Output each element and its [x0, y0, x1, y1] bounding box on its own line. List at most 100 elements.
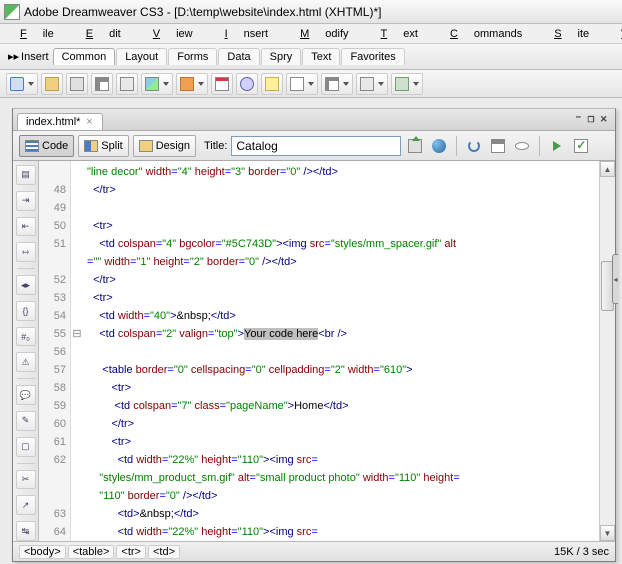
menu-view[interactable]: View	[137, 26, 209, 42]
document-tab-bar: index.html* × – ❐ ✕	[13, 109, 615, 131]
separator	[17, 378, 35, 379]
tag-crumb[interactable]: <table>	[68, 545, 115, 559]
title-bar: Adobe Dreamweaver CS3 - [D:\temp\website…	[0, 0, 622, 24]
menu-file[interactable]: File	[4, 26, 70, 42]
select-parent-tag-button[interactable]: ◂▸	[16, 275, 36, 295]
view-code-button[interactable]: Code	[19, 135, 74, 157]
comment-icon	[265, 77, 279, 91]
insert-tab-forms[interactable]: Forms	[168, 48, 217, 65]
separator	[456, 136, 457, 156]
insert-hyperlink-button[interactable]	[6, 73, 38, 95]
insert-server-button[interactable]	[236, 73, 258, 95]
panel-flyout-handle[interactable]: ◂	[612, 254, 618, 304]
title-label: Title:	[204, 140, 227, 152]
insert-tab-favorites[interactable]: Favorites	[341, 48, 404, 65]
code-toolbar: ▤ ⇥ ⇤ ⇿ ◂▸ {} #₀ ⚠ 💬 ✎ ▢ ✂ ↗ ↹	[13, 161, 39, 541]
insert-media-button[interactable]	[176, 73, 208, 95]
status-size: 15K / 3 sec	[554, 546, 609, 558]
highlight-invalid-button[interactable]: ⚠	[16, 352, 36, 372]
collapse-selection-button[interactable]: ⇤	[16, 217, 36, 237]
options-icon	[491, 139, 505, 153]
doc-restore-button[interactable]: ❐	[588, 112, 595, 126]
check-icon	[574, 139, 588, 153]
title-input[interactable]	[231, 136, 401, 156]
insert-tagchooser-button[interactable]	[391, 73, 423, 95]
eye-icon	[515, 142, 529, 150]
wrap-tag-button[interactable]: ▢	[16, 437, 36, 457]
menu-insert[interactable]: Insert	[209, 26, 285, 42]
doc-minimize-button[interactable]: –	[575, 112, 582, 126]
insert-anchor-button[interactable]	[66, 73, 88, 95]
insert-toolbar	[0, 70, 622, 98]
code-fold-column[interactable]: ⊟	[71, 161, 83, 541]
menu-text[interactable]: Text	[365, 26, 434, 42]
remove-comment-button[interactable]: ✎	[16, 411, 36, 431]
insert-image-button[interactable]	[141, 73, 173, 95]
menu-modify[interactable]: Modify	[284, 26, 364, 42]
preview-browser-button[interactable]	[429, 136, 449, 156]
indent-code-button[interactable]: ↹	[16, 521, 36, 541]
menu-edit[interactable]: Edit	[70, 26, 137, 42]
refresh-icon	[468, 140, 480, 152]
separator	[17, 268, 35, 269]
tag-crumb[interactable]: <td>	[148, 545, 180, 559]
globe-icon	[432, 139, 446, 153]
insert-div-button[interactable]	[116, 73, 138, 95]
separator	[17, 463, 35, 464]
validate-button[interactable]	[547, 136, 567, 156]
scroll-down-button[interactable]: ▼	[600, 525, 615, 541]
page-icon	[290, 77, 304, 91]
insert-bar: ▸▸Insert Common Layout Forms Data Spry T…	[0, 44, 622, 70]
div-icon	[120, 77, 134, 91]
close-icon[interactable]: ×	[84, 117, 94, 127]
scroll-up-button[interactable]: ▲	[600, 161, 615, 177]
document-tab-label: index.html*	[26, 116, 80, 128]
balance-braces-button[interactable]: {}	[16, 301, 36, 321]
editor-area: ▤ ⇥ ⇤ ⇿ ◂▸ {} #₀ ⚠ 💬 ✎ ▢ ✂ ↗ ↹ 48495051 …	[13, 161, 615, 541]
anchor-icon	[70, 77, 84, 91]
insert-script-button[interactable]	[321, 73, 353, 95]
insert-templates-button[interactable]	[356, 73, 388, 95]
check-page-button[interactable]	[571, 136, 591, 156]
line-numbers-button[interactable]: #₀	[16, 327, 36, 347]
insert-tab-data[interactable]: Data	[218, 48, 259, 65]
separator	[539, 136, 540, 156]
vertical-scrollbar[interactable]: ▲ ▼	[599, 161, 615, 541]
link-icon	[10, 77, 24, 91]
recent-snippets-button[interactable]: ✂	[16, 470, 36, 490]
insert-label[interactable]: ▸▸Insert	[4, 50, 53, 63]
insert-table-button[interactable]	[91, 73, 113, 95]
view-split-button[interactable]: Split	[78, 135, 128, 157]
refresh-button[interactable]	[464, 136, 484, 156]
status-bar: <body><table><tr><td> 15K / 3 sec	[13, 541, 615, 561]
table-icon	[95, 77, 109, 91]
tag-selector: <body><table><tr><td>	[19, 546, 182, 558]
doc-close-button[interactable]: ✕	[600, 112, 607, 126]
insert-comment-button[interactable]	[261, 73, 283, 95]
menu-window[interactable]: Window	[605, 26, 622, 42]
visual-aids-button[interactable]	[512, 136, 532, 156]
menu-commands[interactable]: Commands	[434, 26, 538, 42]
insert-tab-common[interactable]: Common	[53, 48, 116, 65]
open-documents-button[interactable]: ▤	[16, 165, 36, 185]
collapse-full-tag-button[interactable]: ⇥	[16, 191, 36, 211]
view-options-button[interactable]	[488, 136, 508, 156]
insert-tab-layout[interactable]: Layout	[116, 48, 167, 65]
server-icon	[240, 77, 254, 91]
menu-site[interactable]: Site	[538, 26, 605, 42]
tag-crumb[interactable]: <tr>	[116, 545, 146, 559]
file-check-button[interactable]	[405, 136, 425, 156]
view-design-button[interactable]: Design	[133, 135, 196, 157]
media-icon	[180, 77, 194, 91]
move-css-button[interactable]: ↗	[16, 495, 36, 515]
code-editor[interactable]: "line decor" width="4" height="3" border…	[83, 161, 599, 541]
expand-all-button[interactable]: ⇿	[16, 242, 36, 262]
insert-head-button[interactable]	[286, 73, 318, 95]
insert-tab-spry[interactable]: Spry	[261, 48, 302, 65]
insert-date-button[interactable]	[211, 73, 233, 95]
apply-comment-button[interactable]: 💬	[16, 385, 36, 405]
document-tab[interactable]: index.html* ×	[17, 113, 103, 130]
insert-email-button[interactable]	[41, 73, 63, 95]
insert-tab-text[interactable]: Text	[302, 48, 340, 65]
tag-crumb[interactable]: <body>	[19, 545, 66, 559]
